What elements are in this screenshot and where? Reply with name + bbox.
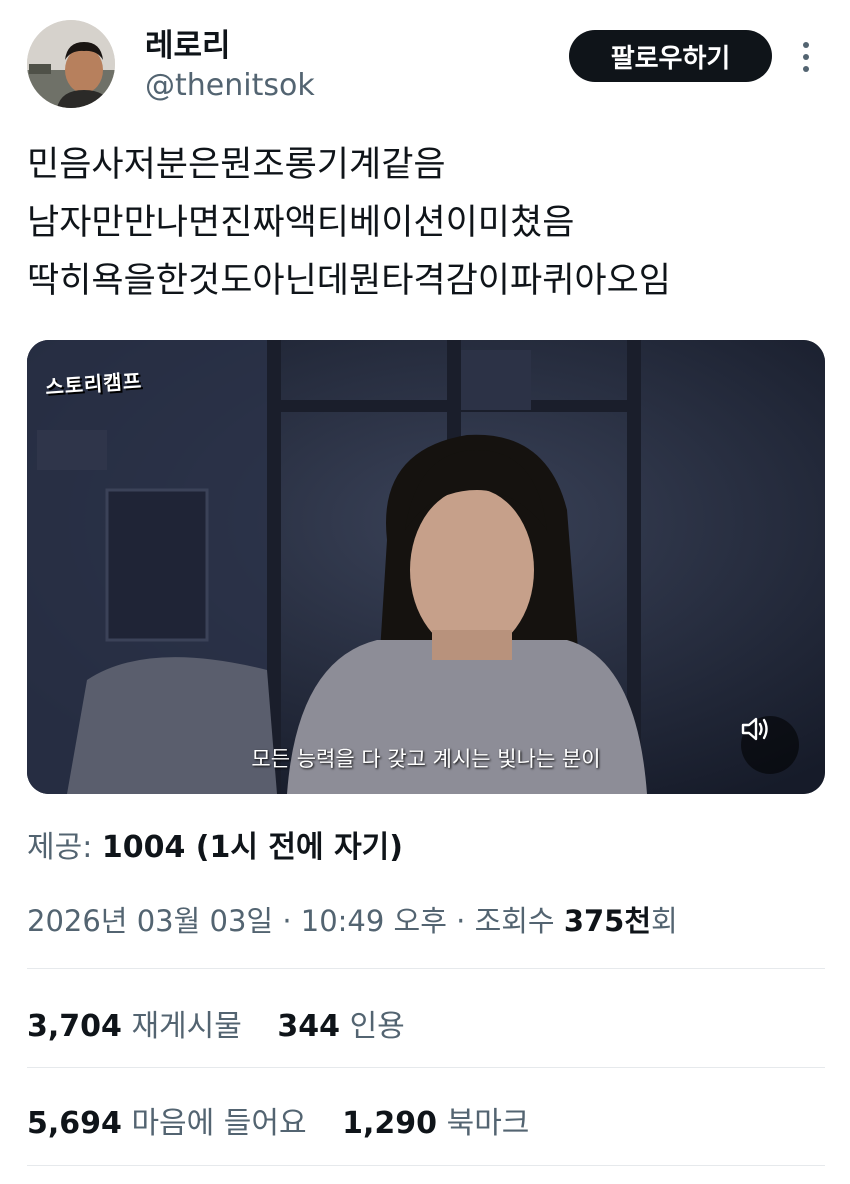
bookmarks-link[interactable]: 1,290 북마크 (342, 1106, 529, 1141)
display-name[interactable]: 레로리 (145, 20, 231, 65)
video-subtitle: 모든 능력을 다 갖고 계시는 빛나는 분이 (251, 747, 601, 771)
divider (27, 1067, 825, 1068)
tweet-text-line: 남자만만나면진짜액티베이션이미쳤음 (27, 203, 575, 243)
video-frame (27, 340, 825, 794)
speaker-icon-glyph (741, 717, 768, 741)
tweet-text-line: 민음사저분은뭔조롱기계같음 (27, 145, 446, 185)
quotes-count: 344 (277, 1009, 341, 1044)
bookmarks-count: 1,290 (342, 1106, 438, 1141)
quotes-label: 인용 (349, 1009, 405, 1044)
speaker-icon[interactable] (741, 716, 799, 774)
avatar[interactable] (27, 20, 115, 108)
views-suffix: 회 (651, 904, 678, 938)
avatar-image (27, 20, 115, 108)
more-options-icon[interactable] (796, 40, 816, 74)
follow-button[interactable]: 팔로우하기 (569, 30, 772, 82)
media-credit-source[interactable]: 1004 (1시 전에 자기) (102, 830, 403, 865)
tweet-time[interactable]: 10:49 오후 (301, 904, 447, 938)
reposts-label: 재게시물 (131, 1009, 242, 1044)
reposts-link[interactable]: 3,704 재게시물 (27, 1009, 242, 1044)
tweet-text: 민음사저분은뭔조롱기계같음 남자만만나면진짜액티베이션이미쳤음 딱히욕을한것도아… (27, 136, 827, 310)
likes-link[interactable]: 5,694 마음에 들어요 (27, 1106, 307, 1141)
user-handle[interactable]: @thenitsok (145, 68, 315, 103)
media-credit: 제공: 1004 (1시 전에 자기) (27, 822, 403, 866)
bookmarks-label: 북마크 (446, 1106, 530, 1141)
reposts-count: 3,704 (27, 1009, 122, 1044)
engagement-row: 5,694 마음에 들어요 1,290 북마크 (27, 1098, 529, 1142)
meta-separator: · (282, 904, 301, 938)
quotes-link[interactable]: 344 인용 (277, 1009, 404, 1044)
media-credit-label: 제공: (27, 830, 93, 865)
tweet-video[interactable]: 스토리캠프 모든 능력을 다 갖고 계시는 빛나는 분이 (27, 340, 825, 794)
tweet-date[interactable]: 2026년 03월 03일 (27, 904, 273, 938)
tweet-meta: 2026년 03월 03일 · 10:49 오후 · 조회수 375천회 (27, 898, 678, 940)
engagement-row: 3,704 재게시물 344 인용 (27, 1001, 405, 1045)
likes-label: 마음에 들어요 (131, 1106, 307, 1141)
divider (27, 968, 825, 969)
views-label: 조회수 (474, 904, 555, 938)
tweet-header: 레로리 @thenitsok 팔로우하기 (0, 0, 850, 120)
meta-separator: · (456, 904, 475, 938)
likes-count: 5,694 (27, 1106, 122, 1141)
divider (27, 1165, 825, 1166)
views-count: 375천 (563, 904, 652, 938)
tweet-text-line: 딱히욕을한것도아닌데뭔타격감이파퀴아오임 (27, 261, 672, 301)
